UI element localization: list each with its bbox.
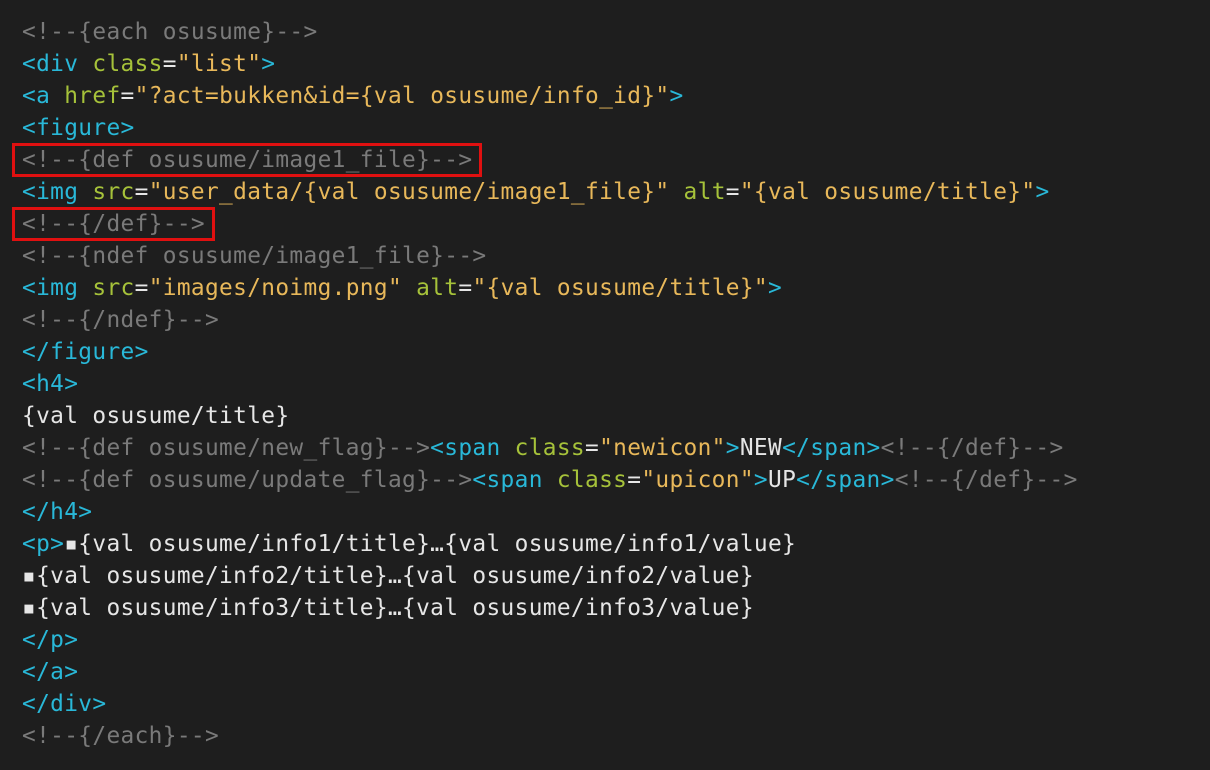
punctuation-token: = bbox=[458, 275, 473, 301]
html-tag-token: <span bbox=[430, 435, 515, 461]
code-line[interactable]: <a href="?act=bukken&id={val osusume/inf… bbox=[22, 80, 1078, 112]
html-tag-token: > bbox=[261, 51, 276, 77]
punctuation-token bbox=[669, 179, 683, 205]
string-value-token: "user_data/{val osusume/image1_file}" bbox=[148, 179, 670, 205]
template-comment-token: <!--{def osusume/new_flag}--> bbox=[22, 435, 431, 461]
string-value-token: "upicon" bbox=[641, 467, 754, 493]
template-comment-token: <!--{/each}--> bbox=[22, 723, 220, 749]
code-line[interactable]: <!--{/each}--> bbox=[22, 720, 1078, 752]
html-tag-token: > bbox=[1035, 179, 1050, 205]
text-token: {val osusume/title} bbox=[22, 403, 290, 429]
html-tag-token: <div bbox=[22, 51, 93, 77]
template-comment-token: <!--{ndef osusume/image1_file}--> bbox=[22, 243, 487, 269]
code-area[interactable]: <!--{each osusume}--> <div class="list"> <… bbox=[22, 16, 1078, 752]
html-tag-token: </h4> bbox=[22, 499, 93, 525]
punctuation-token: = bbox=[585, 435, 600, 461]
string-value-token: "newicon" bbox=[599, 435, 726, 461]
html-tag-token: </a> bbox=[22, 659, 79, 685]
code-line[interactable]: </p> bbox=[22, 624, 1078, 656]
code-line[interactable]: <p>▪{val osusume/info1/title}…{val osusu… bbox=[22, 528, 1078, 560]
html-tag-token: </figure> bbox=[22, 339, 149, 365]
html-tag-token: </div> bbox=[22, 691, 107, 717]
html-tag-token: </span> bbox=[782, 435, 881, 461]
code-line[interactable]: <!--{def osusume/update_flag}--><span cl… bbox=[22, 464, 1078, 496]
text-token: ▪{val osusume/info1/title}…{val osusume/… bbox=[64, 531, 797, 557]
code-line[interactable]: <!--{def osusume/image1_file}--> bbox=[22, 144, 1078, 176]
attribute-name-token: src bbox=[92, 179, 135, 205]
code-line[interactable]: <!--{/ndef}--> bbox=[22, 304, 1078, 336]
attribute-name-token: alt bbox=[683, 179, 726, 205]
code-editor[interactable]: <!--{each osusume}--> <div class="list"> <… bbox=[0, 0, 1210, 770]
punctuation-token bbox=[402, 275, 416, 301]
text-token: ▪{val osusume/info2/title}…{val osusume/… bbox=[22, 563, 754, 589]
attribute-name-token: src bbox=[92, 275, 135, 301]
html-tag-token: <h4> bbox=[22, 371, 79, 397]
html-tag-token: > bbox=[753, 467, 768, 493]
string-value-token: "?act=bukken&id={val osusume/info_id}" bbox=[134, 83, 670, 109]
code-line[interactable]: </figure> bbox=[22, 336, 1078, 368]
punctuation-token: = bbox=[725, 179, 740, 205]
html-tag-token: <img bbox=[22, 275, 93, 301]
html-tag-token: > bbox=[725, 435, 740, 461]
code-line[interactable]: <!--{def osusume/new_flag}--><span class… bbox=[22, 432, 1078, 464]
code-line[interactable]: <figure> bbox=[22, 112, 1078, 144]
html-tag-token: </span> bbox=[796, 467, 895, 493]
template-comment-token: <!--{def osusume/image1_file}--> bbox=[22, 147, 473, 173]
punctuation-token: = bbox=[134, 275, 149, 301]
attribute-name-token: class bbox=[514, 435, 585, 461]
code-line[interactable]: </a> bbox=[22, 656, 1078, 688]
code-line[interactable]: {val osusume/title} bbox=[22, 400, 1078, 432]
string-value-token: "list" bbox=[176, 51, 262, 77]
punctuation-token: = bbox=[162, 51, 177, 77]
html-tag-token: <p> bbox=[22, 531, 65, 557]
template-comment-token: <!--{/def}--> bbox=[22, 211, 205, 237]
html-tag-token: > bbox=[669, 83, 684, 109]
template-comment-token: <!--{/ndef}--> bbox=[22, 307, 220, 333]
text-token: UP bbox=[768, 467, 797, 493]
code-line[interactable]: ▪{val osusume/info2/title}…{val osusume/… bbox=[22, 560, 1078, 592]
code-line[interactable]: <img src="images/noimg.png" alt="{val os… bbox=[22, 272, 1078, 304]
html-tag-token: <a bbox=[22, 83, 65, 109]
code-line[interactable]: <div class="list"> bbox=[22, 48, 1078, 80]
html-tag-token: > bbox=[768, 275, 783, 301]
template-comment-token: <!--{each osusume}--> bbox=[22, 19, 318, 45]
attribute-name-token: class bbox=[92, 51, 163, 77]
text-token: ▪{val osusume/info3/title}…{val osusume/… bbox=[22, 595, 754, 621]
html-tag-token: <img bbox=[22, 179, 93, 205]
string-value-token: "{val osusume/title}" bbox=[739, 179, 1036, 205]
attribute-name-token: alt bbox=[416, 275, 459, 301]
html-tag-token: </p> bbox=[22, 627, 79, 653]
punctuation-token: = bbox=[627, 467, 642, 493]
html-tag-token: <figure> bbox=[22, 115, 135, 141]
template-comment-token: <!--{/def}--> bbox=[894, 467, 1078, 493]
code-line[interactable]: ▪{val osusume/info3/title}…{val osusume/… bbox=[22, 592, 1078, 624]
code-line[interactable]: <!--{each osusume}--> bbox=[22, 16, 1078, 48]
text-token: NEW bbox=[739, 435, 783, 461]
punctuation-token: = bbox=[120, 83, 135, 109]
code-line[interactable]: </h4> bbox=[22, 496, 1078, 528]
punctuation-token: = bbox=[134, 179, 149, 205]
code-line[interactable]: <img src="user_data/{val osusume/image1_… bbox=[22, 176, 1078, 208]
code-line[interactable]: </div> bbox=[22, 688, 1078, 720]
code-line[interactable]: <h4> bbox=[22, 368, 1078, 400]
html-tag-token: <span bbox=[472, 467, 557, 493]
template-comment-token: <!--{def osusume/update_flag}--> bbox=[22, 467, 473, 493]
code-line[interactable]: <!--{/def}--> bbox=[22, 208, 1078, 240]
template-comment-token: <!--{/def}--> bbox=[880, 435, 1064, 461]
code-line[interactable]: <!--{ndef osusume/image1_file}--> bbox=[22, 240, 1078, 272]
string-value-token: "images/noimg.png" bbox=[148, 275, 403, 301]
string-value-token: "{val osusume/title}" bbox=[472, 275, 769, 301]
attribute-name-token: href bbox=[64, 83, 121, 109]
attribute-name-token: class bbox=[556, 467, 628, 493]
